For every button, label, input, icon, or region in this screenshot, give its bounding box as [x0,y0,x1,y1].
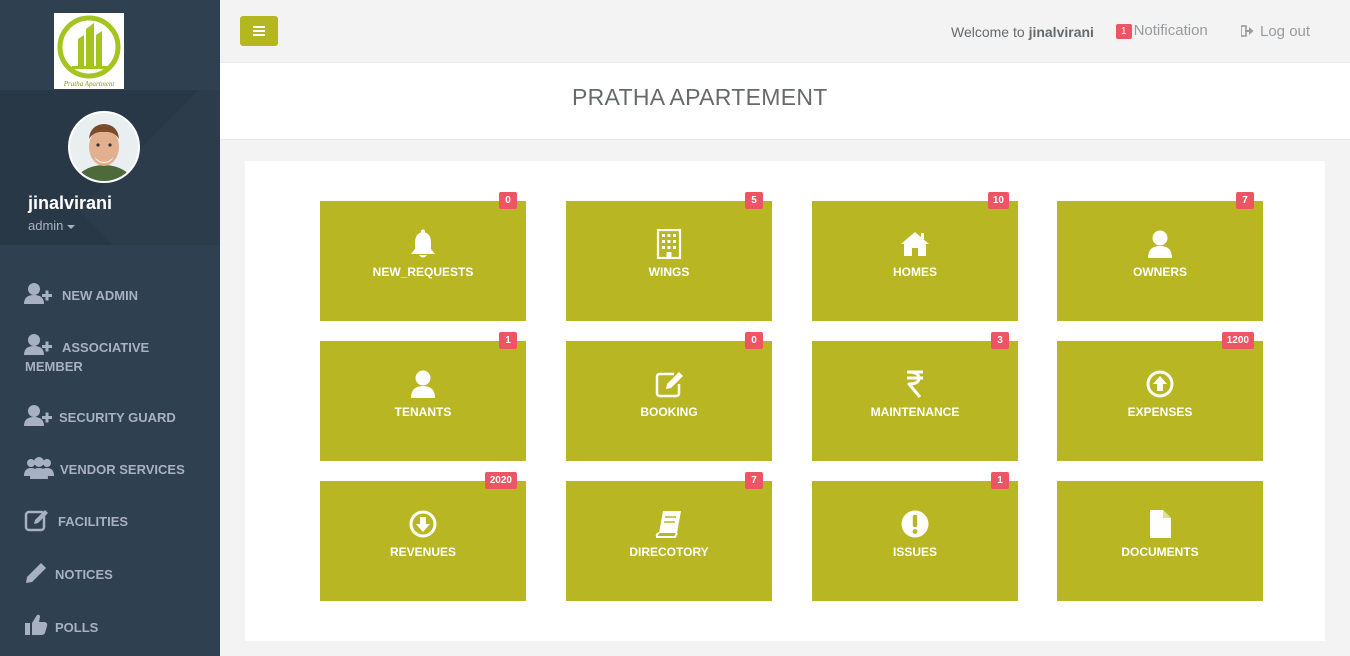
logout-label: Log out [1260,23,1311,40]
book-icon [566,509,772,539]
tile-label: EXPENSES [1127,405,1193,419]
tile-badge: 5 [745,192,763,209]
sidebar-item-label: FACILITIES [58,514,129,529]
tile-expenses[interactable]: 1200 EXPENSES [1057,332,1263,461]
sidebar-item-associative-member[interactable]: ASSOCIATIVE MEMBER [0,333,220,377]
sidebar-item-security-guard[interactable]: SECURITY GUARD [0,404,220,430]
sidebar-item-polls[interactable]: POLLS [0,613,220,639]
tile-badge: 10 [987,192,1009,209]
tile-new-requests[interactable]: 0 NEW_REQUESTS [320,192,526,321]
tile-label: TENANTS [394,405,452,419]
tile-badge: 0 [745,332,763,349]
tile-badge: 1 [991,472,1009,489]
tile-wings[interactable]: 5 WINGS [566,192,772,321]
page-heading: PRATHA APARTEMENT [220,63,1350,140]
tile-owners[interactable]: 7 OWNERS [1057,192,1263,321]
building-icon [566,229,772,259]
logo-area: Pratha Apartment [0,0,220,90]
arrow-down-circle-icon [320,509,526,539]
tile-booking[interactable]: 0 BOOKING [566,332,772,461]
tile-homes[interactable]: 10 HOMES [812,192,1018,321]
sidebar: Pratha Apartment jinalvirani admin NEW A… [0,0,220,656]
file-icon [1057,509,1263,539]
edit-icon [24,508,54,532]
tile-label: NEW_REQUESTS [372,265,474,279]
logout-link[interactable]: Log out [1240,23,1311,40]
tile-label: REVENUES [389,545,457,559]
tile-maintenance[interactable]: 3 MAINTENANCE [812,332,1018,461]
tile-label: DOCUMENTS [1121,545,1199,559]
logo-caption: Pratha Apartment [63,80,115,88]
tile-label: HOMES [892,265,937,279]
tile-badge: 1200 [1221,332,1254,349]
tile-directory[interactable]: 7 DIRECOTORY [566,472,772,601]
notification-link[interactable]: 1 Notification [1116,22,1208,39]
welcome-username: jinalvirani [1028,24,1094,40]
avatar[interactable] [68,111,140,183]
user-plus-icon [24,282,54,306]
tile-tenants[interactable]: 1 TENANTS [320,332,526,461]
tile-badge: 7 [745,472,763,489]
top-navbar: Welcome to jinalvirani 1 Notification Log… [220,0,1350,63]
rupee-icon [812,369,1018,399]
tile-badge: 1 [499,332,517,349]
brand-logo[interactable]: Pratha Apartment [54,13,124,89]
tile-label: WINGS [648,265,690,279]
welcome-message: Welcome to jinalvirani [951,24,1094,40]
sidebar-item-label: NEW ADMIN [62,288,139,303]
notification-count-badge: 1 [1116,23,1132,39]
tile-label: ISSUES [892,545,937,559]
arrow-up-circle-icon [1057,369,1263,399]
exclamation-circle-icon [812,509,1018,539]
sidebar-item-label: ASSOCIATIVE MEMBER [25,340,150,374]
tile-revenues[interactable]: 2020 REVENUES [320,472,526,601]
sidebar-item-label: NOTICES [55,567,113,582]
tile-badge: 3 [991,332,1009,349]
tile-documents[interactable]: DOCUMENTS [1057,481,1263,601]
profile-role: admin [28,218,64,233]
profile-role-dropdown[interactable]: admin [28,218,76,233]
tile-badge: 2020 [484,472,517,489]
user-plus-icon [24,404,54,428]
tile-label: BOOKING [640,405,698,419]
menu-toggle-button[interactable] [240,16,278,46]
sidebar-item-facilities[interactable]: FACILITIES [0,508,220,534]
page-title: PRATHA APARTEMENT [572,84,828,110]
dashboard-panel: 0 NEW_REQUESTS 5 WINGS 10 HOMES 7 OWNERS… [245,161,1325,641]
welcome-prefix: Welcome to [951,24,1025,40]
tile-badge: 0 [499,192,517,209]
sidebar-item-notices[interactable]: NOTICES [0,561,220,587]
thumbs-up-icon [24,613,54,637]
sign-out-icon [1240,25,1254,37]
notification-label: Notification [1133,22,1208,39]
edit-icon [566,369,772,399]
users-icon [24,456,54,480]
caret-down-icon [67,224,76,229]
user-icon [1057,229,1263,259]
user-icon [320,369,526,399]
bell-icon [320,229,526,259]
tile-label: MAINTENANCE [870,405,960,419]
home-icon [812,229,1018,259]
pencil-icon [24,561,54,585]
profile-panel: jinalvirani admin [0,90,220,245]
sidebar-item-label: VENDOR SERVICES [60,462,185,477]
tile-label: DIRECOTORY [629,545,709,559]
tile-label: OWNERS [1133,265,1187,279]
sidebar-item-vendor-services[interactable]: VENDOR SERVICES [0,456,220,482]
profile-username[interactable]: jinalvirani [28,193,112,214]
sidebar-item-label: SECURITY GUARD [59,410,176,425]
sidebar-item-new-admin[interactable]: NEW ADMIN [0,282,220,308]
sidebar-item-label: POLLS [55,620,99,635]
tile-badge: 7 [1236,192,1254,209]
tile-issues[interactable]: 1 ISSUES [812,472,1018,601]
